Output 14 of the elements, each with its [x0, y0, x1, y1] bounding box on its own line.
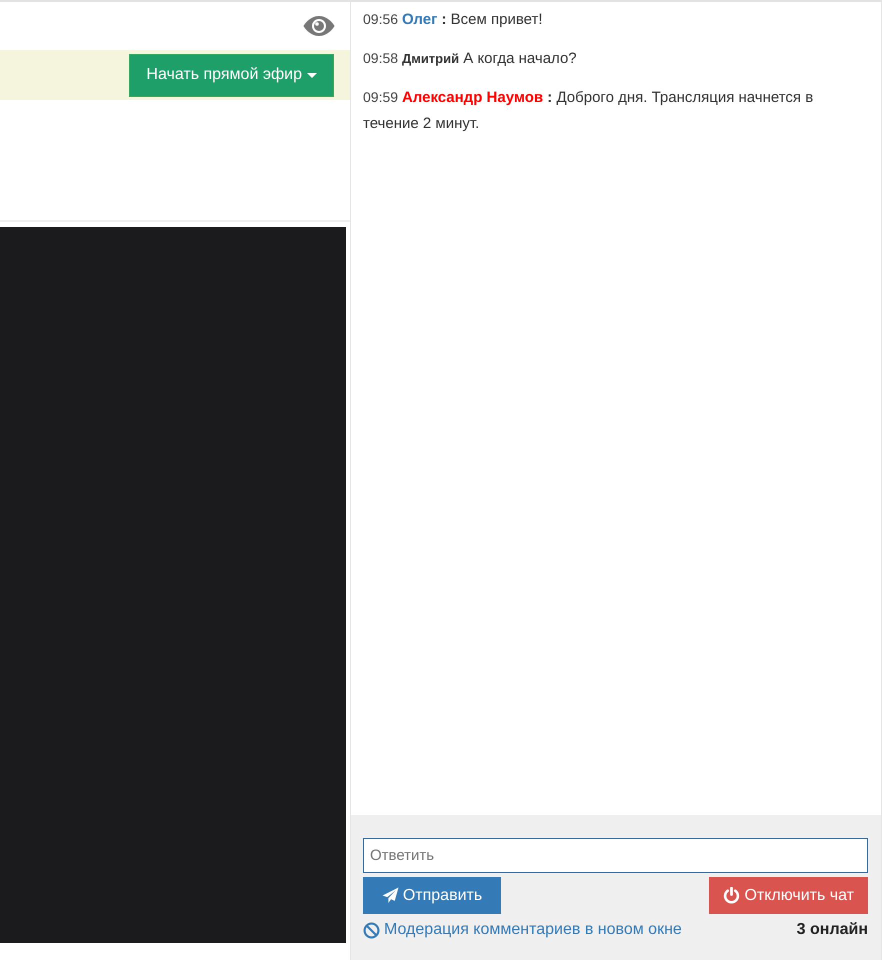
moderation-link[interactable]: Модерация комментариев в новом окне [363, 921, 682, 939]
prohibited-icon [363, 922, 380, 938]
power-icon [723, 887, 740, 904]
reply-field[interactable]: Ответить [363, 838, 868, 873]
chat-message: 09:59 Александр Наумов : Доброго дня. Трансляция начнется в течение 2 минут. [363, 88, 814, 134]
start-broadcast-button[interactable]: Начать прямой эфир [129, 54, 334, 96]
chat-message: 09:56 Олег : Всем привет! [363, 10, 544, 30]
chat-message: 09:58 Дмитрий А когда начало? [363, 49, 578, 69]
caret-icon [307, 72, 317, 78]
paper-plane-icon [382, 887, 399, 904]
disable-chat-button[interactable]: Отключить чат [709, 877, 868, 914]
online-count: 3 онлайн [796, 921, 868, 939]
eye-icon[interactable] [303, 15, 335, 37]
send-button[interactable]: Отправить [363, 877, 501, 914]
